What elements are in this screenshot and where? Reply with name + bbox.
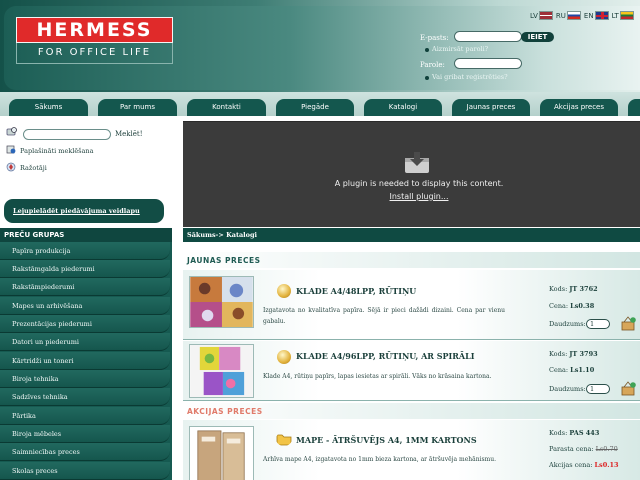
search-icon: [6, 127, 17, 136]
forgot-password-link[interactable]: Aizmirsāt paroli?: [432, 45, 488, 53]
product-title[interactable]: MAPE - ĀTRŠUVĒJS A4, 1MM KARTONS: [296, 435, 477, 445]
product-card: KLADE A4/96LPP, RŪTIŅU, AR SPIRĀLI Klade…: [183, 341, 640, 401]
product-code: Kods: PAS 443: [549, 429, 600, 437]
product-card: KLADE A4/48LPP, RŪTIŅU Izgatavota no kva…: [183, 270, 640, 340]
lang-lt[interactable]: LT: [612, 11, 634, 20]
category-list: Papīra produkcija Rakstāmgalda piederumi…: [0, 242, 172, 480]
logo-brand: HERMESS: [16, 17, 173, 43]
breadcrumb[interactable]: Sākums-> Katalogi: [183, 228, 640, 242]
product-badge-icon: [277, 350, 291, 364]
advanced-search-link[interactable]: Paplašināti meklēšana: [20, 147, 93, 155]
manufacturers-link[interactable]: Ražotāji: [20, 164, 47, 172]
search-input[interactable]: [23, 129, 111, 140]
folder-icon: [276, 434, 292, 446]
language-switcher: LV RU EN LT: [530, 11, 634, 20]
category-item[interactable]: Rakstāmgalda piederumi: [0, 260, 170, 278]
section-title-sale: AKCIJAS PRECES: [187, 407, 263, 416]
product-image[interactable]: [189, 276, 254, 328]
flash-banner: A plugin is needed to display this conte…: [183, 121, 640, 227]
product-badge-icon: [277, 284, 291, 298]
ru-flag-icon: [566, 11, 581, 20]
email-input[interactable]: [454, 31, 522, 42]
category-item[interactable]: Biroja tehnika: [0, 370, 170, 388]
quantity-input[interactable]: 1: [586, 319, 610, 329]
product-price: Cena: Ls1.10: [549, 366, 595, 374]
category-item[interactable]: Rakstāmpiederumi: [0, 278, 170, 296]
product-code: Kods: JT 3793: [549, 350, 598, 358]
product-image[interactable]: [189, 344, 254, 398]
tab-jaunas-preces[interactable]: Jaunas preces: [452, 99, 530, 116]
regular-price: Parasta cena: Ls0.70: [549, 445, 618, 453]
product-description: Klade A4, rūtiņu papīrs, lapas iesietas …: [263, 373, 492, 380]
manufacturers-icon: [6, 162, 16, 172]
tab-akcijas-preces[interactable]: Akcijas preces: [540, 99, 618, 116]
logo-tagline: FOR OFFICE LIFE: [16, 43, 173, 64]
sale-products-header: AKCIJAS PRECES: [183, 403, 640, 419]
tab-piegade[interactable]: Piegāde: [276, 99, 354, 116]
login-button[interactable]: IEIET: [521, 32, 554, 42]
product-image[interactable]: [189, 426, 254, 480]
groups-heading: PREČU GRUPAS: [0, 228, 172, 242]
product-code: Kods: JT 3762: [549, 285, 598, 293]
download-form-button[interactable]: Lejupielādēt piedāvājuma veidlapu: [4, 199, 164, 223]
password-label: Parole:: [420, 61, 445, 69]
add-to-cart-icon[interactable]: [620, 316, 637, 331]
lt-flag-icon: [619, 11, 634, 20]
sale-price: Akcijas cena: Ls0.13: [549, 461, 619, 469]
install-plugin-link[interactable]: Install plugin...: [183, 192, 640, 201]
plugin-message: A plugin is needed to display this conte…: [334, 179, 504, 188]
email-label: E-pasts:: [420, 34, 449, 42]
main-nav: Sākums Par mums Kontakti Piegāde Katalog…: [0, 92, 640, 116]
product-card: MAPE - ĀTRŠUVĒJS A4, 1MM KARTONS Arhīva …: [183, 420, 640, 480]
product-description: Izgatavota no kvalitatīva papīra. Sējā i…: [263, 307, 505, 325]
hermess-logo[interactable]: HERMESS FOR OFFICE LIFE: [16, 17, 173, 64]
quantity-label: Daudzums:: [549, 385, 586, 393]
category-item[interactable]: Papīra produkcija: [0, 242, 170, 260]
tab-kontakti[interactable]: Kontakti: [187, 99, 266, 116]
tab-more[interactable]: [628, 99, 640, 116]
category-item[interactable]: Kārtridži un toneri: [0, 352, 170, 370]
register-link[interactable]: Vai gribat reģistrēties?: [432, 73, 508, 81]
category-item[interactable]: Pārtika: [0, 407, 170, 425]
product-title[interactable]: KLADE A4/96LPP, RŪTIŅU, AR SPIRĀLI: [296, 351, 474, 361]
new-products-header: JAUNAS PRECES: [183, 252, 640, 268]
product-description: Arhīva mape A4, izgatavota no 1mm bieza …: [263, 456, 497, 463]
add-to-cart-icon[interactable]: [620, 381, 637, 396]
bullet-icon: [425, 48, 429, 52]
lang-ru[interactable]: RU: [556, 11, 581, 20]
en-flag-icon: [594, 11, 609, 20]
product-title[interactable]: KLADE A4/48LPP, RŪTIŅU: [296, 286, 416, 296]
category-item[interactable]: Skolas preces: [0, 462, 170, 480]
advanced-search-icon: [6, 145, 16, 154]
password-input[interactable]: [454, 58, 522, 69]
lang-en[interactable]: EN: [584, 11, 609, 20]
tab-katalogi[interactable]: Katalogi: [364, 99, 442, 116]
lang-lv[interactable]: LV: [530, 11, 553, 20]
category-item[interactable]: Biroja mēbeles: [0, 425, 170, 443]
quantity-label: Daudzums:: [549, 320, 586, 328]
search-button[interactable]: Meklēt!: [115, 130, 143, 138]
quantity-input[interactable]: 1: [586, 384, 610, 394]
category-item[interactable]: Sadzīves tehnika: [0, 388, 170, 406]
section-title-new: JAUNAS PRECES: [187, 256, 261, 265]
tab-sakums[interactable]: Sākums: [9, 99, 88, 116]
category-item[interactable]: Saimniecības preces: [0, 443, 170, 461]
plugin-icon: [405, 152, 429, 173]
bullet-icon: [425, 76, 429, 80]
lv-flag-icon: [538, 11, 553, 20]
category-item[interactable]: Prezentācijas piederumi: [0, 315, 170, 333]
product-price: Cena: Ls0.38: [549, 302, 595, 310]
tab-par-mums[interactable]: Par mums: [98, 99, 177, 116]
category-item[interactable]: Datori un piederumi: [0, 333, 170, 351]
category-item[interactable]: Mapes un arhivēšana: [0, 297, 170, 315]
